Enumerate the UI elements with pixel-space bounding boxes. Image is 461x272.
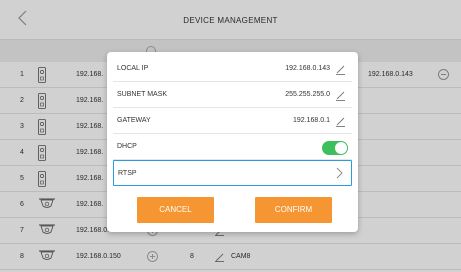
row-number: 8 — [20, 253, 24, 260]
device-ip: 192.168.0.150 — [76, 253, 121, 260]
dome-camera-icon — [39, 224, 55, 234]
row-number: 4 — [20, 149, 24, 156]
gateway-label: GATEWAY — [117, 117, 151, 124]
pencil-icon[interactable] — [214, 251, 225, 262]
local-ip-row[interactable]: LOCAL IP 192.168.0.143 — [113, 56, 352, 82]
pencil-icon[interactable] — [335, 64, 346, 75]
device-ip: 192.168. — [76, 123, 104, 130]
rtsp-label: RTSP — [118, 170, 137, 177]
camera-name: CAM8 — [231, 253, 251, 260]
device-ip: 192.168. — [76, 175, 104, 182]
dhcp-label: DHCP — [117, 143, 137, 150]
dome-camera-icon — [39, 250, 55, 260]
device-ip: 192.168. — [76, 71, 104, 78]
local-ip-label: LOCAL IP — [117, 65, 149, 72]
dhcp-toggle[interactable] — [322, 141, 348, 155]
chevron-right-icon — [336, 167, 343, 179]
row-number: 6 — [20, 201, 24, 208]
device-ip: 192.168. — [76, 201, 104, 208]
rtsp-row[interactable]: RTSP — [113, 160, 352, 186]
subnet-mask-row[interactable]: SUBNET MASK 255.255.255.0 — [113, 82, 352, 108]
subnet-mask-label: SUBNET MASK — [117, 91, 168, 98]
device-ip: 192.168. — [76, 149, 104, 156]
confirm-button[interactable]: CONFIRM — [255, 197, 332, 223]
subnet-mask-value: 255.255.255.0 — [285, 91, 330, 98]
remove-device-button[interactable] — [438, 69, 449, 80]
row-number: 1 — [20, 71, 24, 78]
row-number: 5 — [20, 175, 24, 182]
pan-tilt-camera-icon — [38, 93, 46, 109]
row-number: 2 — [20, 97, 24, 104]
add-device-button[interactable] — [147, 251, 158, 262]
network-settings-dialog: LOCAL IP 192.168.0.143 SUBNET MASK 255.2… — [107, 52, 358, 232]
pan-tilt-camera-icon — [38, 119, 46, 135]
dome-camera-icon — [39, 198, 55, 208]
gateway-value: 192.168.0.1 — [293, 117, 330, 124]
device-ip: 192.168. — [76, 97, 104, 104]
device-ip-right: 192.168.0.143 — [368, 71, 413, 78]
local-ip-value: 192.168.0.143 — [285, 65, 330, 72]
channel-number: 8 — [190, 253, 194, 260]
cancel-button[interactable]: CANCEL — [137, 197, 214, 223]
table-row[interactable]: 8 192.168.0.150 8 CAM8 — [0, 244, 461, 270]
pan-tilt-camera-icon — [38, 171, 46, 187]
row-number: 7 — [20, 227, 24, 234]
pencil-icon[interactable] — [335, 90, 346, 101]
pan-tilt-camera-icon — [38, 67, 46, 83]
header-bar: DEVICE MANAGEMENT — [0, 0, 461, 40]
page-title: DEVICE MANAGEMENT — [183, 16, 278, 25]
pencil-icon[interactable] — [335, 116, 346, 127]
gateway-row[interactable]: GATEWAY 192.168.0.1 — [113, 108, 352, 134]
dhcp-row: DHCP — [113, 134, 352, 160]
row-number: 3 — [20, 123, 24, 130]
toggle-knob — [335, 142, 347, 154]
pan-tilt-camera-icon — [38, 145, 46, 161]
